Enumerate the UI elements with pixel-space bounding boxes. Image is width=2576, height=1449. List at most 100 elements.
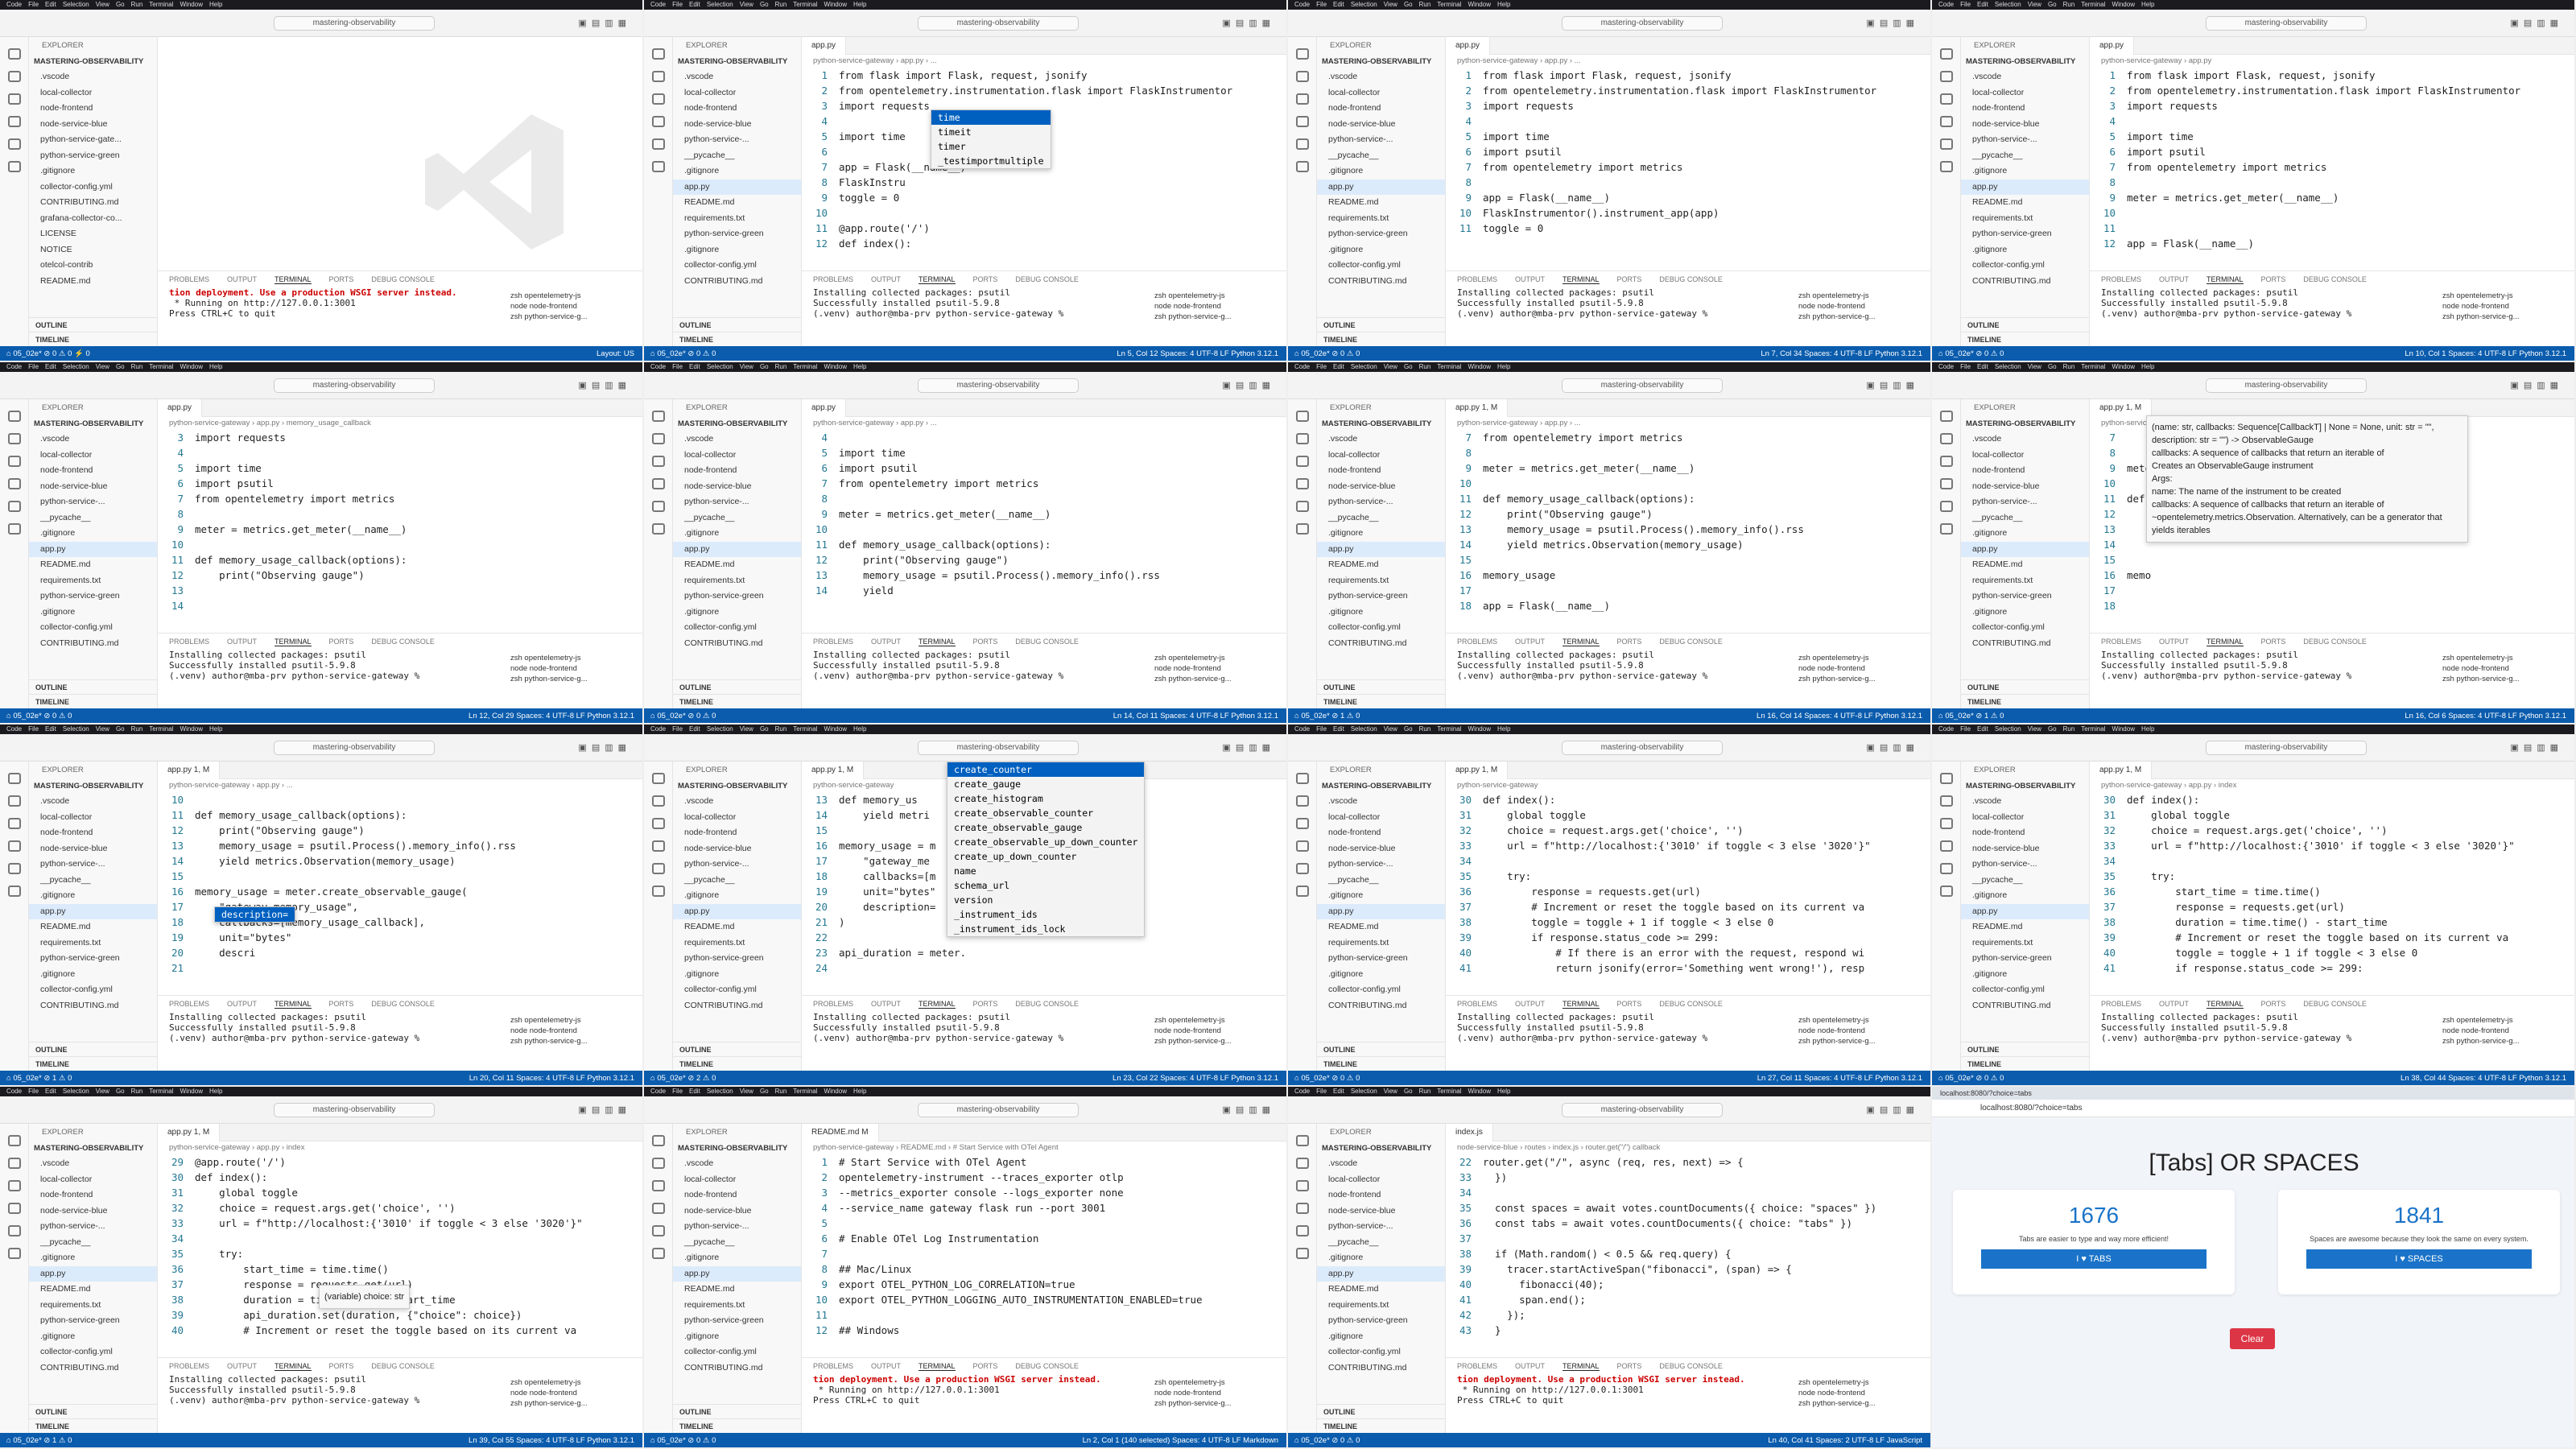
sidebar-timeline[interactable]: TIMELINE: [29, 332, 157, 346]
editor-tab-active[interactable]: app.py 1, M: [2090, 762, 2153, 779]
panel-tab-output[interactable]: OUTPUT: [1515, 275, 1545, 283]
explorer-item[interactable]: node-service-blue: [1317, 1203, 1445, 1220]
code-line[interactable]: 10 FlaskInstrumentor().instrument_app(app…: [1451, 205, 1930, 221]
suggestion-item[interactable]: create_observable_up_down_counter: [947, 835, 1144, 849]
explorer-item[interactable]: node-frontend: [29, 463, 157, 479]
breadcrumb[interactable]: python-service-gateway › app.py › ...: [1446, 55, 1930, 68]
explorer-item[interactable]: python-service-green: [673, 226, 801, 242]
code-line[interactable]: 34: [163, 1231, 642, 1246]
explorer-item[interactable]: node-service-blue: [29, 117, 157, 133]
code-line[interactable]: 13 memory_usage = psutil.Process().memor…: [1451, 522, 1930, 537]
code-line[interactable]: 11 def memory_usage_callback(options):: [163, 552, 642, 568]
status-left[interactable]: ⌂ 05_02e* ⊘ 2 ⚠ 0: [650, 1074, 716, 1083]
panel-tab-output[interactable]: OUTPUT: [871, 275, 901, 283]
explorer-item[interactable]: node-service-blue: [673, 117, 801, 133]
sidebar-outline[interactable]: OUTLINE: [29, 1404, 157, 1418]
explorer-item[interactable]: app.py: [1317, 541, 1445, 557]
command-center-search[interactable]: mastering-observability: [1562, 1103, 1723, 1117]
explorer-item[interactable]: app.py: [1961, 903, 2089, 919]
code-line[interactable]: 11 toggle = 0: [1451, 221, 1930, 236]
code-line[interactable]: 35 try:: [163, 1246, 642, 1261]
terminal-instance[interactable]: zsh python-service-g...: [1154, 1398, 1283, 1409]
explorer-item[interactable]: app.py: [1317, 903, 1445, 919]
layout-toggle-icons[interactable]: ▣▤▥▦: [1222, 380, 1275, 390]
explorer-item[interactable]: requirements.txt: [673, 573, 801, 589]
explorer-item[interactable]: app.py: [673, 541, 801, 557]
explorer-item[interactable]: .gitignore: [673, 526, 801, 542]
code-line[interactable]: 2 from opentelemetry.instrumentation.flas…: [1451, 83, 1930, 98]
panel-tab-ports[interactable]: PORTS: [973, 275, 998, 283]
terminal-instance[interactable]: zsh python-service-g...: [2442, 1036, 2571, 1046]
code-line[interactable]: 19 unit="bytes": [163, 930, 642, 945]
suggestion-item[interactable]: create_observable_counter: [947, 806, 1144, 820]
explorer-item[interactable]: app.py: [673, 1265, 801, 1282]
explorer-item[interactable]: collector-config.yml: [1317, 620, 1445, 636]
terminal-instance[interactable]: zsh opentelemetry-js: [1798, 1377, 1927, 1388]
menu-item-help[interactable]: Help: [853, 363, 866, 370]
code-line[interactable]: 10: [2095, 205, 2574, 221]
status-left[interactable]: ⌂ 05_02e* ⊘ 1 ⚠ 0: [1938, 712, 2004, 720]
code-line[interactable]: 33 url = f"http://localhost:{'3010' if t…: [2095, 838, 2574, 853]
suggestion-item[interactable]: version: [947, 893, 1144, 907]
code-line[interactable]: 9 meter = metrics.get_meter(__name__): [1451, 460, 1930, 476]
code-line[interactable]: 6 import psutil: [2095, 144, 2574, 159]
menu-item-window[interactable]: Window: [824, 1088, 847, 1095]
code-line[interactable]: 8: [807, 491, 1286, 506]
code-line[interactable]: 43 }: [1451, 1323, 1930, 1338]
command-center-search[interactable]: mastering-observability: [1562, 16, 1723, 31]
run-debug-icon[interactable]: [7, 840, 21, 852]
sidebar-outline[interactable]: OUTLINE: [29, 679, 157, 694]
menu-item-selection[interactable]: Selection: [63, 1, 89, 8]
explorer-item[interactable]: .gitignore: [1317, 1250, 1445, 1266]
menu-item-edit[interactable]: Edit: [1333, 725, 1344, 733]
source-control-icon[interactable]: [651, 818, 665, 829]
status-right[interactable]: Ln 14, Col 11 Spaces: 4 UTF-8 LF Python …: [1113, 708, 1278, 723]
explorer-item[interactable]: collector-config.yml: [1961, 620, 2089, 636]
terminal-instance[interactable]: zsh python-service-g...: [1798, 674, 1927, 684]
menu-item-view[interactable]: View: [96, 725, 109, 733]
suggestion-item[interactable]: create_counter: [947, 762, 1145, 777]
explorer-item[interactable]: .vscode: [29, 431, 157, 448]
menu-item-window[interactable]: Window: [180, 1, 203, 8]
sidebar-timeline[interactable]: TIMELINE: [1961, 694, 2089, 708]
workspace-root-folder[interactable]: MASTERING-OBSERVABILITY: [1961, 779, 2089, 794]
explorer-item[interactable]: collector-config.yml: [673, 620, 801, 636]
explorer-item[interactable]: __pycache__: [1317, 148, 1445, 164]
explorer-item[interactable]: __pycache__: [29, 873, 157, 889]
explorer-item[interactable]: .vscode: [29, 69, 157, 85]
code-line[interactable]: 41 span.end();: [1451, 1292, 1930, 1307]
code-line[interactable]: 7 from opentelemetry import metrics: [2095, 159, 2574, 175]
source-control-icon[interactable]: [7, 456, 21, 467]
menu-item-code[interactable]: Code: [1938, 725, 1954, 733]
explorer-item[interactable]: app.py: [1961, 541, 2089, 557]
run-debug-icon[interactable]: [1939, 116, 1953, 127]
menu-item-run[interactable]: Run: [775, 1088, 787, 1095]
command-center-search[interactable]: mastering-observability: [1562, 378, 1723, 393]
explorer-item[interactable]: .gitignore: [673, 605, 801, 621]
menu-item-edit[interactable]: Edit: [1333, 1, 1344, 8]
panel-tab-output[interactable]: OUTPUT: [227, 1362, 257, 1370]
panel-tab-debug-console[interactable]: DEBUG CONSOLE: [1659, 275, 1723, 283]
explorer-item[interactable]: python-service-...: [1961, 132, 2089, 148]
menu-item-view[interactable]: View: [96, 1, 109, 8]
status-right[interactable]: Ln 7, Col 34 Spaces: 4 UTF-8 LF Python 3…: [1761, 346, 1922, 361]
explorer-item[interactable]: .gitignore: [1961, 526, 2089, 542]
editor-tab-active[interactable]: app.py: [158, 399, 203, 417]
terminal-instance[interactable]: zsh opentelemetry-js: [2442, 291, 2571, 301]
editor-tab-active[interactable]: app.py: [802, 399, 847, 417]
menu-item-code[interactable]: Code: [650, 1, 666, 8]
explorer-item[interactable]: requirements.txt: [1961, 573, 2089, 589]
menu-item-selection[interactable]: Selection: [707, 363, 733, 370]
sidebar-outline[interactable]: OUTLINE: [1317, 1042, 1445, 1056]
explorer-item[interactable]: node-frontend: [673, 101, 801, 117]
terminal-instance[interactable]: zsh python-service-g...: [1154, 312, 1283, 322]
code-line[interactable]: 11 @app.route('/'): [807, 221, 1286, 236]
panel-tab-problems[interactable]: PROBLEMS: [813, 1000, 853, 1008]
code-line[interactable]: 38 toggle = toggle + 1 if toggle < 3 els…: [1451, 914, 1930, 930]
menu-item-window[interactable]: Window: [2112, 725, 2135, 733]
sidebar-outline[interactable]: OUTLINE: [29, 1042, 157, 1056]
explorer-item[interactable]: python-service-green: [1961, 588, 2089, 605]
menu-item-terminal[interactable]: Terminal: [2081, 363, 2105, 370]
explorer-item[interactable]: collector-config.yml: [1317, 258, 1445, 274]
explorer-item[interactable]: local-collector: [1961, 448, 2089, 464]
